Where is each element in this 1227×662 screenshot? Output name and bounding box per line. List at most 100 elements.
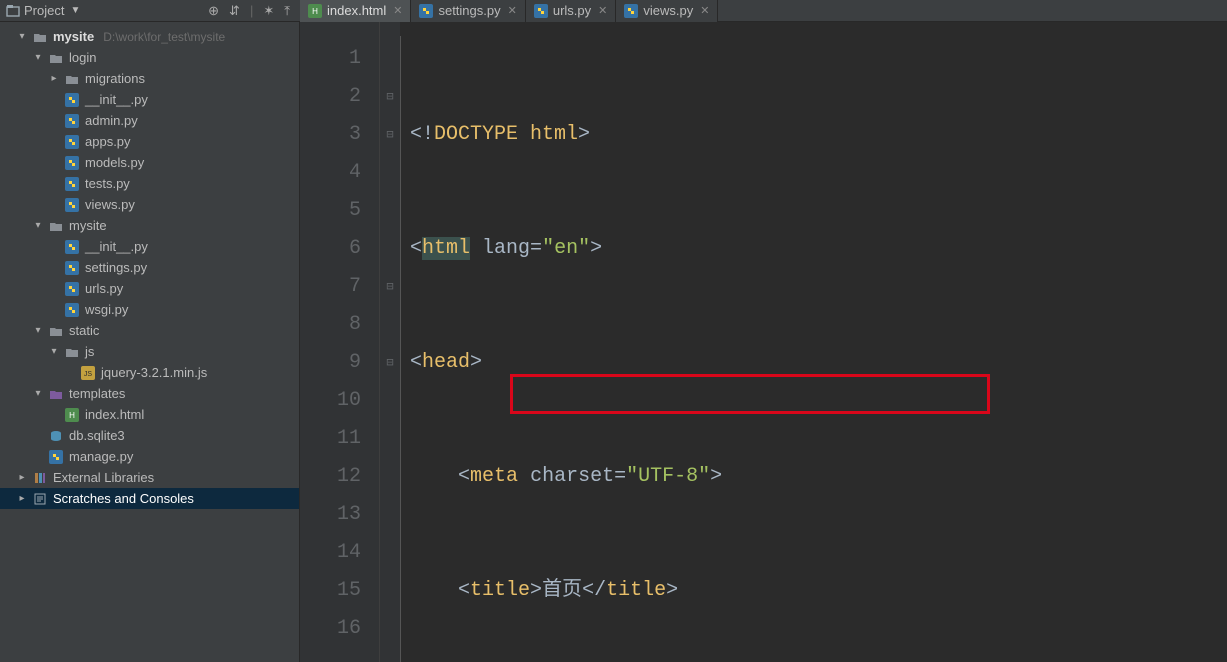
- collapse-icon[interactable]: ⇵: [229, 3, 240, 19]
- tree-row[interactable]: tests.py: [0, 173, 299, 194]
- project-toolbar-icons: ⊕ ⇵ | ✶ ⤒: [208, 3, 300, 19]
- fold-marker[interactable]: ⊟: [380, 78, 400, 116]
- fold-marker[interactable]: [380, 534, 400, 572]
- fold-marker[interactable]: [380, 306, 400, 344]
- folder-icon: [48, 323, 64, 339]
- tree-row[interactable]: settings.py: [0, 257, 299, 278]
- tree-caret-icon[interactable]: ▾: [33, 388, 43, 399]
- py-icon: [64, 176, 80, 192]
- fold-marker[interactable]: [380, 458, 400, 496]
- tab-label: urls.py: [553, 3, 591, 18]
- tree-row[interactable]: ▾ mysite D:\work\for_test\mysite: [0, 26, 299, 47]
- fold-marker[interactable]: ⊟: [380, 116, 400, 154]
- hide-icon[interactable]: ⤒: [284, 3, 290, 19]
- py-file-icon: [624, 4, 638, 18]
- fold-gutter[interactable]: ⊟⊟⊟⊟: [380, 22, 400, 662]
- editor-tab[interactable]: views.py✕: [616, 0, 718, 22]
- html-file-icon: H: [308, 4, 322, 18]
- py-icon: [64, 302, 80, 318]
- editor-tab[interactable]: Hindex.html✕: [300, 0, 411, 22]
- py-icon: [64, 281, 80, 297]
- tree-row[interactable]: views.py: [0, 194, 299, 215]
- tree-row[interactable]: ▾mysite: [0, 215, 299, 236]
- folder-icon: [48, 50, 64, 66]
- tree-row[interactable]: ▾js: [0, 341, 299, 362]
- py-icon: [64, 197, 80, 213]
- tree-row[interactable]: wsgi.py: [0, 299, 299, 320]
- py-icon: [48, 449, 64, 465]
- py-icon: [64, 155, 80, 171]
- tree-row[interactable]: ▾ static: [0, 320, 299, 341]
- code-editor[interactable]: 12345678910111213141516 ⊟⊟⊟⊟ <!DOCTYPE h…: [300, 22, 1227, 662]
- close-icon[interactable]: ✕: [393, 4, 402, 17]
- tree-row[interactable]: manage.py: [0, 446, 299, 467]
- fold-marker[interactable]: [380, 572, 400, 610]
- tree-row[interactable]: __init__.py: [0, 89, 299, 110]
- line-number: 4: [300, 154, 361, 192]
- fold-marker[interactable]: ⊟: [380, 268, 400, 306]
- tree-caret-icon[interactable]: ▾: [33, 52, 43, 63]
- close-icon[interactable]: ✕: [700, 4, 709, 17]
- project-toolwindow-header[interactable]: Project ▼ ⊕ ⇵ | ✶ ⤒: [0, 3, 300, 19]
- tree-caret-icon[interactable]: ▾: [17, 31, 27, 42]
- tree-row[interactable]: urls.py: [0, 278, 299, 299]
- scratch-icon: [32, 491, 48, 507]
- project-tree[interactable]: ▾mysiteD:\work\for_test\mysite▾login▸mig…: [0, 22, 300, 662]
- fold-marker[interactable]: [380, 154, 400, 192]
- tree-caret-icon[interactable]: ▾: [33, 325, 43, 336]
- db-icon: [48, 428, 64, 444]
- tree-label: db.sqlite3: [69, 428, 125, 443]
- project-icon: [6, 4, 20, 18]
- fold-marker[interactable]: ⊟: [380, 344, 400, 382]
- folder-icon: [32, 29, 48, 45]
- tree-row[interactable]: models.py: [0, 152, 299, 173]
- fold-marker[interactable]: [380, 496, 400, 534]
- tree-label: admin.py: [85, 113, 138, 128]
- fold-marker[interactable]: [380, 192, 400, 230]
- target-icon[interactable]: ⊕: [208, 3, 219, 19]
- line-number: 10: [300, 382, 361, 420]
- tree-label: static: [69, 323, 99, 338]
- tree-row[interactable]: ▸migrations: [0, 68, 299, 89]
- folder-icon: [48, 218, 64, 234]
- svg-text:JS: JS: [84, 371, 93, 378]
- tree-label: jquery-3.2.1.min.js: [101, 365, 207, 380]
- close-icon[interactable]: ✕: [508, 4, 517, 17]
- code-area[interactable]: <!DOCTYPE html> <html lang="en"> <head> …: [408, 22, 1227, 662]
- tree-row[interactable]: ▸Scratches and Consoles: [0, 488, 299, 509]
- tree-caret-icon[interactable]: ▸: [17, 493, 27, 504]
- tree-caret-icon[interactable]: ▾: [33, 220, 43, 231]
- line-number: 2: [300, 78, 361, 116]
- gear-icon[interactable]: ✶: [263, 3, 274, 19]
- close-icon[interactable]: ✕: [598, 4, 607, 17]
- fold-marker[interactable]: [380, 610, 400, 648]
- tree-row[interactable]: JS jquery-3.2.1.min.js: [0, 362, 299, 383]
- tree-path: D:\work\for_test\mysite: [103, 30, 225, 44]
- fold-marker[interactable]: [380, 40, 400, 78]
- tree-label: External Libraries: [53, 470, 154, 485]
- tree-caret-icon[interactable]: ▸: [17, 472, 27, 483]
- tree-row[interactable]: ▸ External Libraries: [0, 467, 299, 488]
- tree-row[interactable]: ▾templates: [0, 383, 299, 404]
- tree-caret-icon[interactable]: ▸: [49, 73, 59, 84]
- tree-row[interactable]: admin.py: [0, 110, 299, 131]
- tree-label: login: [69, 50, 96, 65]
- editor-tab[interactable]: settings.py✕: [411, 0, 525, 22]
- fold-marker[interactable]: [380, 382, 400, 420]
- tree-label: mysite: [53, 29, 94, 44]
- tree-row[interactable]: ▾ login: [0, 47, 299, 68]
- dropdown-caret-icon[interactable]: ▼: [70, 5, 80, 16]
- editor-tab[interactable]: urls.py ✕: [526, 0, 617, 22]
- py-icon: [64, 260, 80, 276]
- tree-row[interactable]: apps.py: [0, 131, 299, 152]
- line-number: 3: [300, 116, 361, 154]
- pfolder-icon: [48, 386, 64, 402]
- svg-text:H: H: [69, 411, 75, 420]
- fold-marker[interactable]: [380, 420, 400, 458]
- tree-row[interactable]: db.sqlite3: [0, 425, 299, 446]
- indent-guide: [400, 36, 408, 662]
- tree-row[interactable]: Hindex.html: [0, 404, 299, 425]
- fold-marker[interactable]: [380, 230, 400, 268]
- tree-row[interactable]: __init__.py: [0, 236, 299, 257]
- tree-caret-icon[interactable]: ▾: [49, 346, 59, 357]
